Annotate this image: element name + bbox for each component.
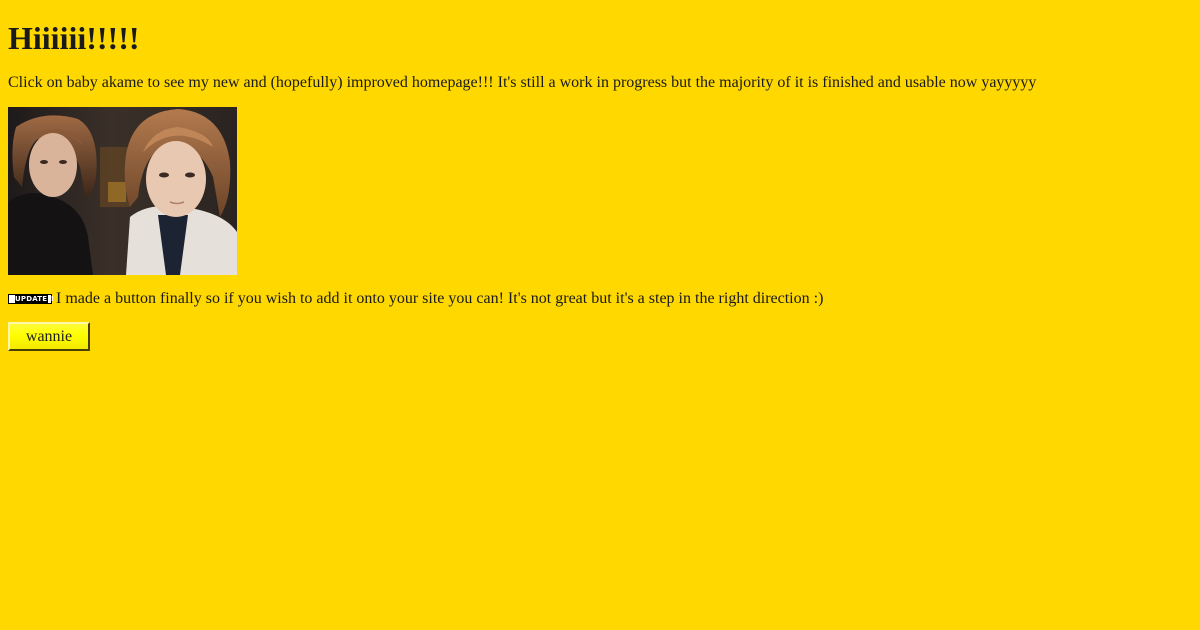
- update-badge: UPDATE!!: [8, 294, 55, 304]
- intro-text: Click on baby akame to see my new and (h…: [8, 74, 1037, 91]
- wannie-site-button[interactable]: wannie: [8, 322, 90, 351]
- update-line: UPDATE!! I made a button finally so if y…: [8, 290, 823, 308]
- update-text: I made a button finally so if you wish t…: [56, 290, 824, 307]
- akame-photo: [8, 107, 237, 275]
- homepage-photo-link[interactable]: [8, 107, 237, 275]
- page-heading: Hiiiiii!!!!!: [8, 20, 140, 56]
- update-badge-label: UPDATE!!: [15, 295, 55, 303]
